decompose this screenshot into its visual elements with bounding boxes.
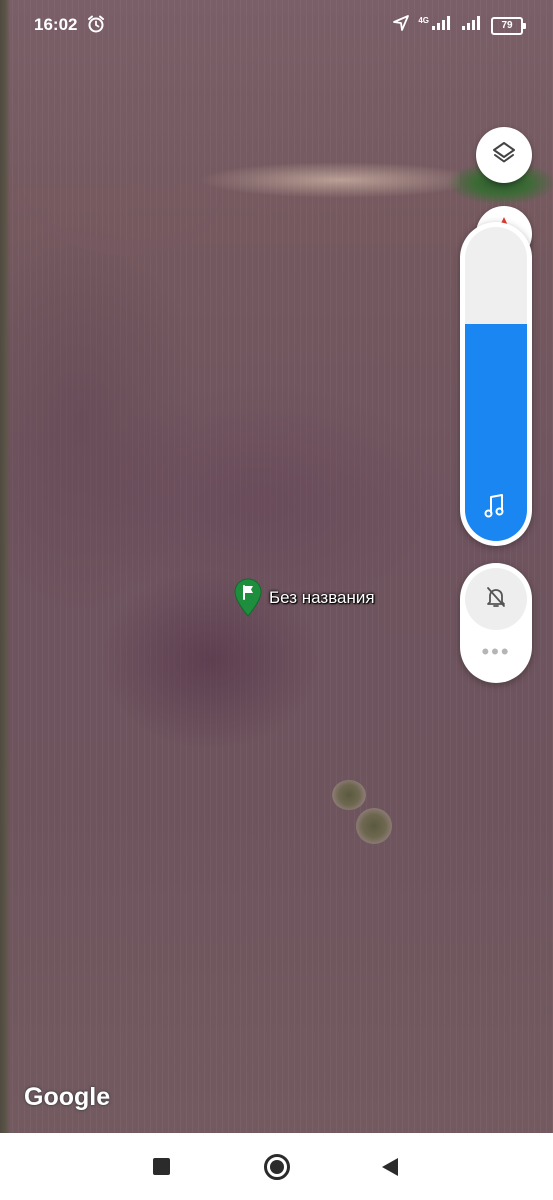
- back-button[interactable]: [381, 1157, 399, 1182]
- satellite-map[interactable]: [0, 0, 553, 1133]
- map-crater: [332, 780, 366, 810]
- battery-level: 79: [501, 20, 513, 31]
- alarm-icon: [86, 14, 106, 39]
- location-arrow-icon: [392, 14, 410, 37]
- layers-icon: [491, 140, 517, 171]
- map-track-light: [170, 150, 460, 210]
- network-type-label: 4G: [418, 16, 429, 25]
- map-marker-label[interactable]: Без названия: [269, 588, 375, 608]
- volume-panel: [460, 222, 532, 546]
- ringer-mode-button[interactable]: [465, 568, 527, 630]
- map-marker-flag-icon[interactable]: [233, 577, 263, 622]
- home-button[interactable]: [264, 1154, 290, 1180]
- map-field-edge: [0, 0, 10, 1133]
- signal-icon: [431, 15, 453, 36]
- ringer-panel: •••: [460, 563, 532, 683]
- status-time: 16:02: [34, 15, 78, 34]
- status-bar: 16:02 4G 79: [0, 0, 553, 50]
- more-dots-icon[interactable]: •••: [460, 641, 532, 663]
- system-nav-bar: [0, 1133, 553, 1200]
- recents-button[interactable]: [153, 1158, 170, 1175]
- music-note-icon: [483, 493, 507, 524]
- google-logo: Google: [24, 1083, 111, 1111]
- battery-icon: 79: [491, 16, 526, 35]
- bell-off-icon: [484, 585, 508, 614]
- map-crater: [356, 808, 392, 844]
- layers-button[interactable]: [476, 127, 532, 183]
- signal-icon: [461, 15, 483, 36]
